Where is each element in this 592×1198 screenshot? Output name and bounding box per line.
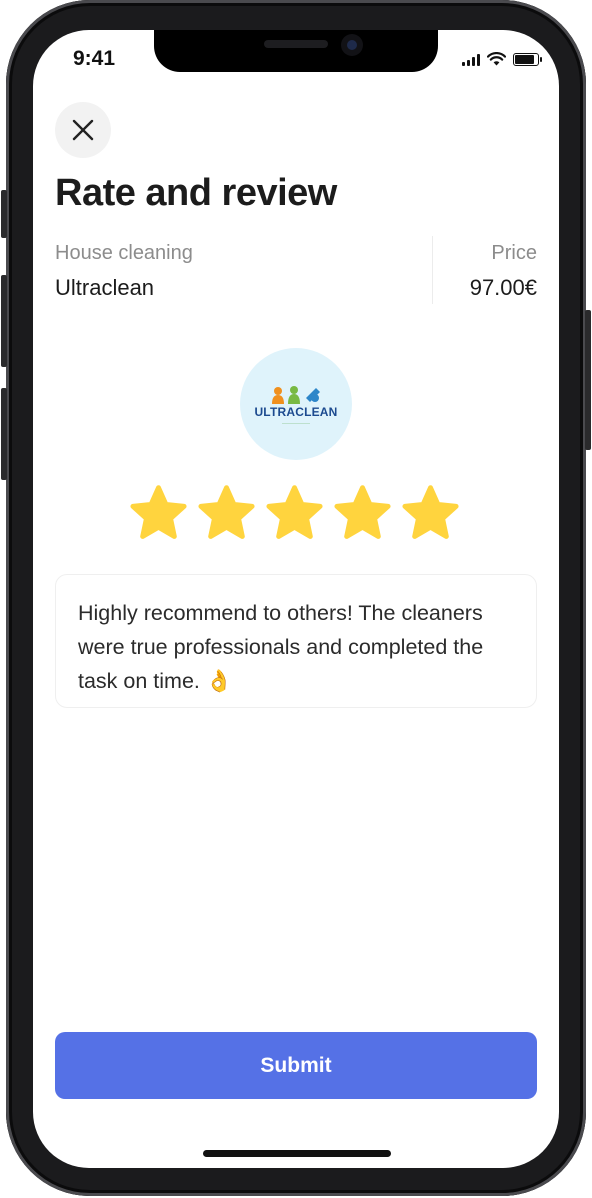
screen: 9:41 Rate and review House cleaning Ultr…	[33, 30, 559, 1168]
logo-wordmark: ULTRACLEAN	[254, 404, 338, 419]
logo-tagline: ———————	[281, 419, 310, 425]
home-indicator[interactable]	[203, 1150, 391, 1157]
camera	[341, 34, 363, 56]
provider-name: Ultraclean	[55, 275, 155, 300]
price-label: Price	[491, 242, 537, 264]
page-title: Rate and review	[55, 172, 337, 214]
close-icon	[72, 119, 94, 141]
mute-switch	[1, 190, 7, 238]
notch	[154, 30, 438, 72]
cleaners-logo-icon	[271, 385, 320, 404]
wifi-icon	[487, 52, 506, 66]
price-info: Price 97.00€	[470, 242, 537, 301]
status-time: 9:41	[73, 47, 116, 70]
service-info: House cleaning Ultraclean	[55, 242, 193, 301]
service-category: House cleaning	[55, 242, 193, 264]
volume-down-button	[1, 388, 7, 480]
star-rating[interactable]	[128, 484, 461, 545]
star-icon[interactable]	[400, 484, 461, 545]
star-icon[interactable]	[332, 484, 393, 545]
volume-up-button	[1, 275, 7, 367]
star-icon[interactable]	[196, 484, 257, 545]
battery-icon	[513, 52, 542, 66]
close-button[interactable]	[55, 102, 111, 158]
provider-logo: ULTRACLEAN ———————	[240, 348, 352, 460]
power-button	[585, 310, 591, 450]
price-value: 97.00€	[469, 275, 537, 300]
divider	[432, 236, 433, 304]
cellular-signal-icon	[462, 53, 480, 66]
star-icon[interactable]	[264, 484, 325, 545]
status-icons	[462, 52, 542, 66]
submit-button[interactable]: Submit	[55, 1032, 537, 1099]
star-icon[interactable]	[128, 484, 189, 545]
review-textarea[interactable]: Highly recommend to others! The cleaners…	[55, 574, 537, 708]
review-text: Highly recommend to others! The cleaners…	[78, 601, 484, 693]
speaker	[264, 40, 328, 48]
